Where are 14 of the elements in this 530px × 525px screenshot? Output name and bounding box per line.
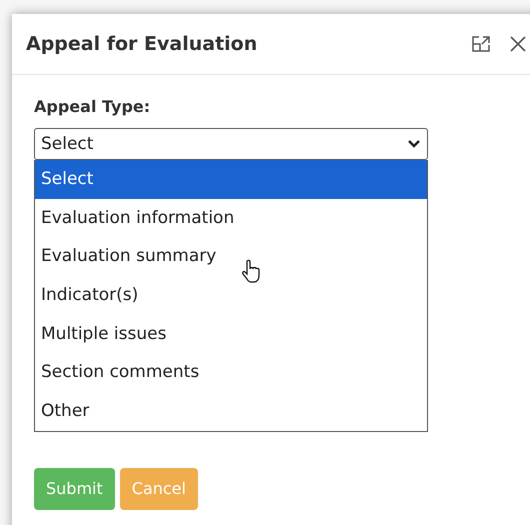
dropdown-option[interactable]: Indicator(s) [35, 276, 427, 315]
dropdown-option[interactable]: Evaluation summary [35, 237, 427, 276]
field-label: Appeal Type: [34, 97, 152, 116]
appeal-type-select[interactable]: Select [34, 128, 428, 160]
hand-pointer-icon [242, 259, 262, 283]
expand-icon[interactable] [471, 35, 491, 53]
dropdown-option[interactable]: Select [35, 160, 427, 199]
dropdown-option[interactable]: Other [35, 392, 427, 431]
dropdown-option[interactable]: Section comments [35, 353, 427, 392]
dropdown-option[interactable]: Evaluation information [35, 198, 427, 238]
dropdown-option[interactable]: Multiple issues [35, 314, 427, 354]
dialog-title: Appeal for Evaluation [26, 33, 258, 55]
chevron-down-icon [407, 139, 421, 149]
close-icon[interactable] [509, 35, 527, 53]
